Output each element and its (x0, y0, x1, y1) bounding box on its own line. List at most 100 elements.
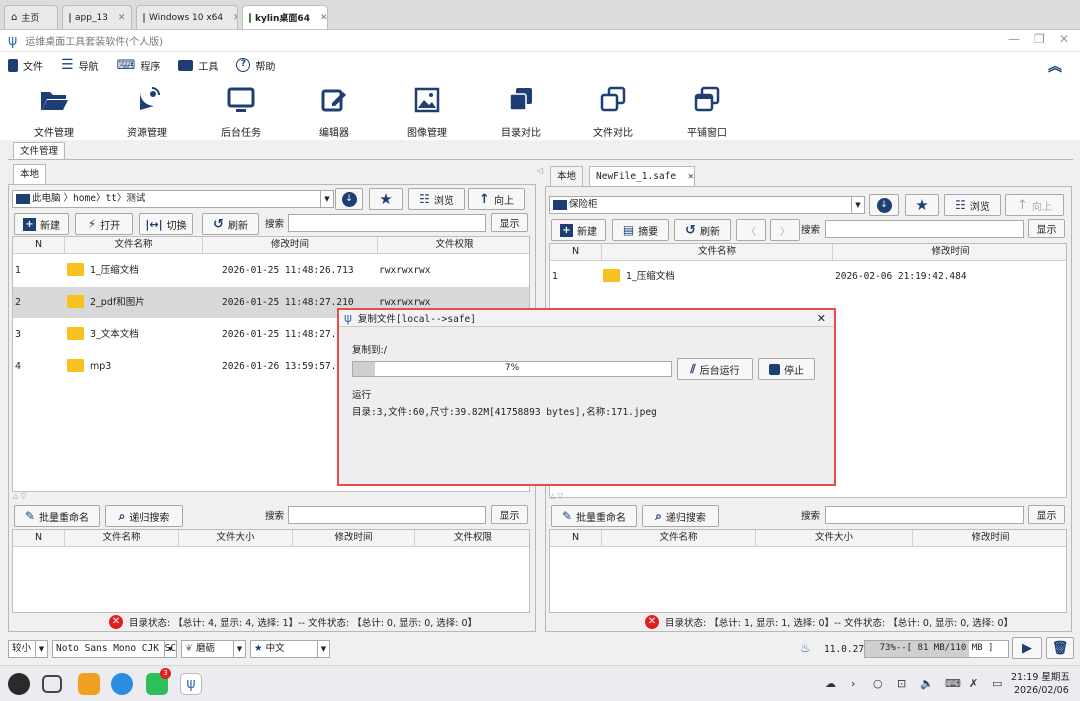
tool-image-manager[interactable]: 图像管理 (391, 86, 463, 139)
right-batch-rename-button[interactable]: ✎ 批量重命名 (551, 505, 637, 527)
collapse-icon[interactable]: ︽ (1048, 56, 1062, 76)
network-icon[interactable]: ⊡ (897, 677, 906, 690)
left-recursive-search-button[interactable]: ⌕ 递归搜索 (105, 505, 183, 527)
forward-button[interactable]: 〉 (770, 219, 800, 241)
expand-tray-icon[interactable]: › (851, 677, 855, 690)
browser-tab-home[interactable]: ⌂ 主页 (4, 5, 58, 29)
left-batch-rename-button[interactable]: ✎ 批量重命名 (14, 505, 100, 527)
column-modified[interactable]: 修改时间 (833, 244, 1066, 260)
splitter-left-arrow-icon[interactable]: ◁ (537, 166, 543, 175)
bluetooth-icon[interactable]: ✗ (969, 677, 978, 690)
minimize-icon[interactable]: — (1008, 32, 1020, 46)
column-size[interactable]: 文件大小 (179, 530, 293, 546)
back-button[interactable]: 〈 (736, 219, 766, 241)
splitter-arrows-icon[interactable]: △ ▽ (13, 492, 26, 500)
close-icon[interactable]: ✕ (817, 312, 826, 325)
right-favorite-button[interactable]: ★ (905, 194, 939, 216)
left-switch-button[interactable]: |↔| 切换 (139, 213, 193, 235)
right-search-input[interactable] (825, 220, 1024, 238)
right-up-button[interactable]: ↑ 向上 (1005, 194, 1064, 216)
tool-file-compare[interactable]: 文件对比 (577, 86, 649, 139)
ops-toolkit-app-icon[interactable]: ψ (180, 673, 202, 695)
browser-app-icon[interactable] (111, 673, 133, 695)
right-digest-button[interactable]: ▤ 摘要 (612, 219, 669, 241)
tool-background-tasks[interactable]: 后台任务 (205, 86, 277, 139)
left-lower-search-input[interactable] (288, 506, 486, 524)
left-path-combo[interactable]: 此电脑 〉home〉tt〉测试 ▼ (12, 190, 334, 208)
close-icon[interactable]: ✕ (314, 13, 327, 23)
column-size[interactable]: 文件大小 (756, 530, 913, 546)
menu-tools[interactable]: 工具 (178, 58, 218, 73)
left-show-button[interactable]: 显示 (491, 213, 528, 232)
tool-tile-windows[interactable]: 平铺窗口 (671, 86, 743, 139)
column-name[interactable]: 文件名称 (602, 244, 833, 260)
right-download-button[interactable]: ↓ (869, 194, 899, 216)
clock-time[interactable]: 21:19 星期五 (1011, 669, 1070, 683)
trash-button[interactable]: 🗑 (1046, 637, 1074, 659)
tool-file-manager[interactable]: 文件管理 (18, 86, 90, 139)
column-modified[interactable]: 修改时间 (203, 237, 378, 253)
column-n[interactable]: N (550, 530, 602, 546)
column-n[interactable]: N (550, 244, 602, 260)
tab-right-safe[interactable]: NewFile_1.safe ✕ (589, 166, 695, 186)
column-n[interactable]: N (13, 530, 65, 546)
gc-run-button[interactable]: ▶ (1012, 637, 1042, 659)
memory-bar[interactable]: 73%--[ 81 MB/110 MB ] (864, 640, 1009, 658)
chat-app-icon[interactable]: 3 (146, 668, 171, 695)
close-window-icon[interactable]: ✕ (1059, 32, 1069, 46)
right-show-button[interactable]: 显示 (1028, 219, 1065, 238)
keyboard-icon[interactable]: ⌨ (945, 677, 961, 690)
right-recursive-search-button[interactable]: ⌕ 递归搜索 (642, 505, 719, 527)
close-icon[interactable]: ✕ (227, 13, 237, 23)
column-modified[interactable]: 修改时间 (913, 530, 1066, 546)
column-name[interactable]: 文件名称 (602, 530, 756, 546)
column-name[interactable]: 文件名称 (65, 237, 203, 253)
close-tab-icon[interactable]: ✕ (688, 171, 694, 182)
stop-button[interactable]: 停止 (758, 358, 815, 380)
left-open-button[interactable]: ⚡ 打开 (75, 213, 133, 235)
right-browse-button[interactable]: ☷ 浏览 (944, 194, 1001, 216)
close-icon[interactable]: ✕ (112, 13, 126, 23)
restore-icon[interactable]: ❐ (1034, 32, 1045, 46)
multitask-view-icon[interactable] (42, 675, 62, 693)
table-row[interactable]: 1 1_压缩文档 2026-02-06 21:19:42.484 (550, 261, 1066, 292)
right-lower-search-input[interactable] (825, 506, 1024, 524)
tab-file-manager[interactable]: 文件管理 (13, 142, 66, 160)
volume-icon[interactable]: 🔈 (920, 677, 934, 690)
file-manager-app-icon[interactable] (78, 673, 100, 695)
menu-program[interactable]: ⌨ 程序 (117, 58, 161, 73)
column-n[interactable]: N (13, 237, 65, 253)
column-permission[interactable]: 文件权限 (415, 530, 529, 546)
tool-editor[interactable]: 编辑器 (298, 86, 370, 139)
left-search-input[interactable] (288, 214, 486, 232)
tab-right-local[interactable]: 本地 (550, 166, 584, 186)
tool-resource-manager[interactable]: 资源管理 (111, 86, 183, 139)
search-icon[interactable]: ○ (873, 677, 883, 690)
table-row[interactable]: 1 1_压缩文档 2026-01-25 11:48:26.713 rwxrwxr… (13, 255, 529, 286)
left-refresh-button[interactable]: ↺ 刷新 (202, 213, 259, 235)
language-select[interactable]: ★ 中文 ▼ (250, 640, 330, 658)
menu-help[interactable]: ? 帮助 (236, 58, 275, 73)
dropdown-arrow-icon[interactable]: ▼ (851, 197, 864, 213)
cloud-icon[interactable]: ☁ (825, 677, 836, 690)
right-new-button[interactable]: + 新建 (551, 219, 606, 241)
column-modified[interactable]: 修改时间 (293, 530, 415, 546)
right-path-combo[interactable]: 保险柜 ▼ (549, 196, 865, 214)
browser-tab-windows10[interactable]: Windows 10 x64 ✕ (136, 5, 238, 29)
tool-dir-compare[interactable]: 目录对比 (485, 86, 557, 139)
size-select[interactable]: 较小 ▼ (8, 640, 48, 658)
dropdown-arrow-icon[interactable]: ▼ (320, 191, 333, 207)
tab-left-local[interactable]: 本地 (13, 164, 47, 184)
clock-date[interactable]: 2026/02/06 (1014, 685, 1069, 696)
left-up-button[interactable]: ↑ 向上 (468, 188, 525, 210)
left-download-button[interactable]: ↓ (335, 188, 363, 210)
left-browse-button[interactable]: ☷ 浏览 (408, 188, 465, 210)
menu-navigate[interactable]: ☰ 导航 (61, 57, 99, 73)
splitter-arrows-icon[interactable]: △ ▽ (550, 492, 563, 500)
right-lower-show-button[interactable]: 显示 (1028, 505, 1065, 524)
browser-tab-kylin[interactable]: kylin桌面64 ✕ (242, 5, 328, 29)
menu-file[interactable]: 文件 (8, 58, 43, 73)
right-refresh-button[interactable]: ↺ 刷新 (674, 219, 731, 241)
theme-select[interactable]: ❦ 磨砺 ▼ (181, 640, 246, 658)
background-run-button[interactable]: ⫽ 后台运行 (677, 358, 753, 380)
